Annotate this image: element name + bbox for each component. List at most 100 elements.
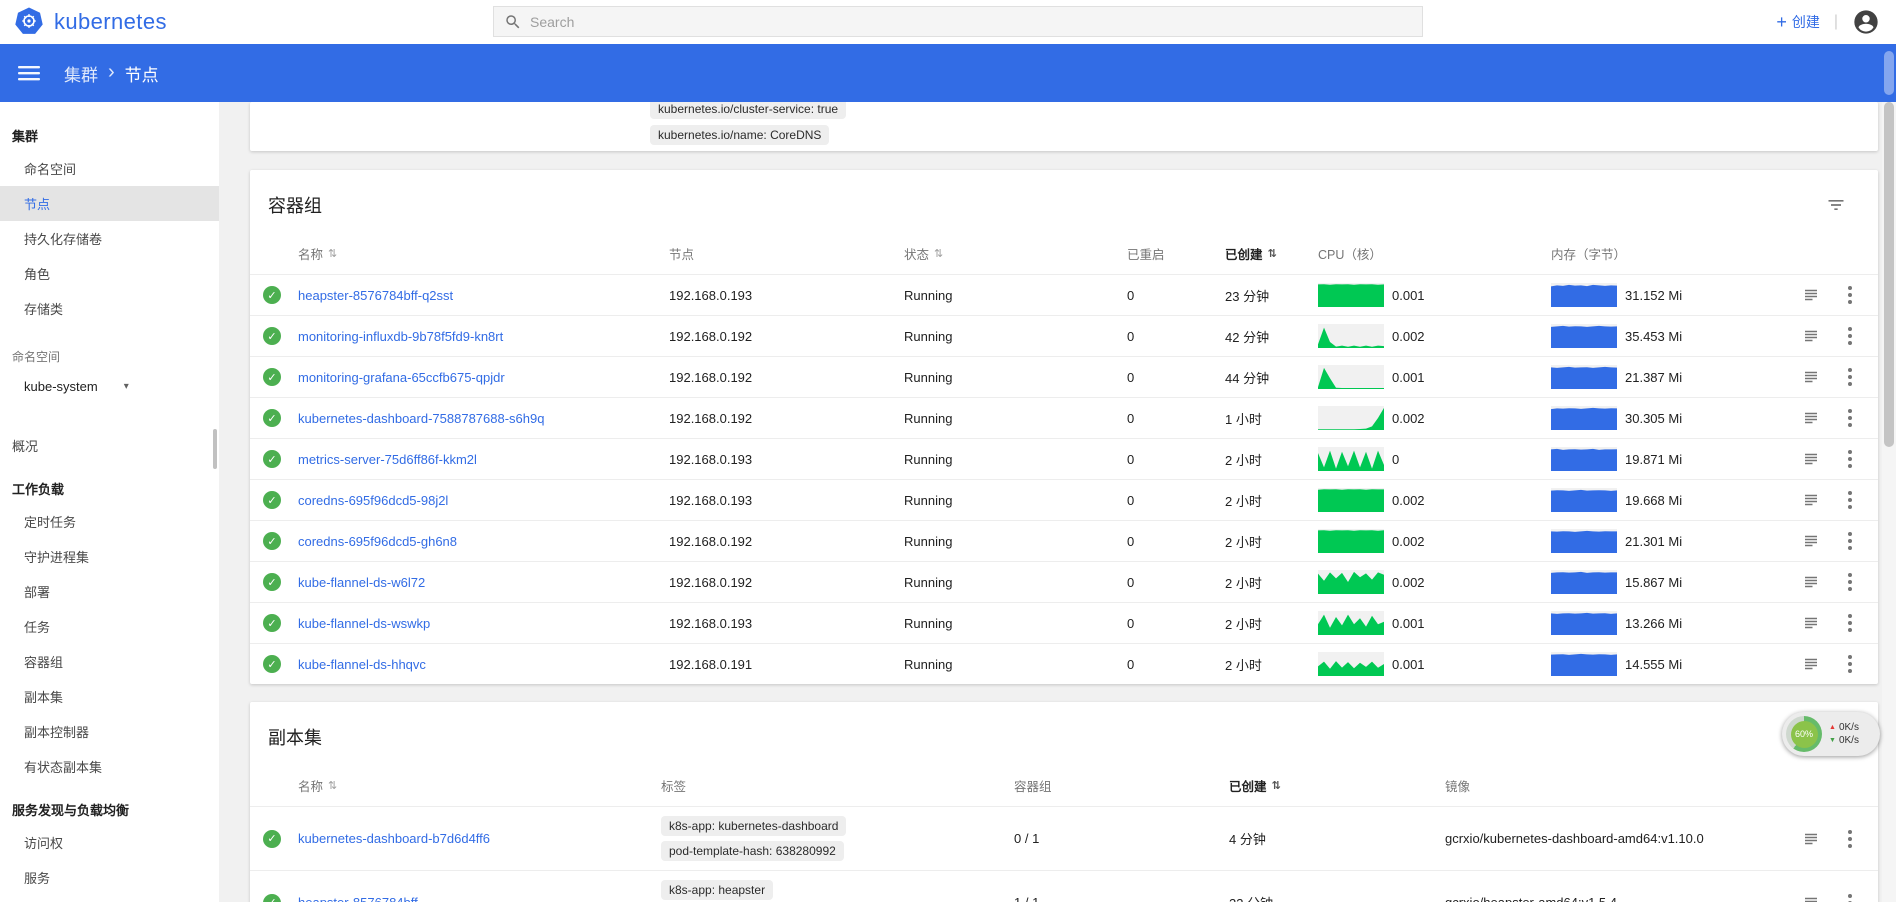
sort-arrows-icon: ⇅ — [1268, 247, 1277, 260]
cpu-sparkline — [1318, 529, 1384, 553]
resource-name-link[interactable]: kube-flannel-ds-w6l72 — [298, 575, 425, 590]
kubernetes-logo[interactable]: kubernetes — [14, 7, 167, 37]
logs-icon[interactable] — [1802, 409, 1820, 427]
cpu-sparkline — [1318, 447, 1384, 471]
pod-node: 192.168.0.193 — [665, 493, 900, 508]
row-menu-icon[interactable] — [1844, 366, 1856, 388]
column-header-label: 名称 — [298, 244, 323, 263]
sidebar-item-pods[interactable]: 容器组 — [0, 644, 219, 679]
page-scrollbar-thumb[interactable] — [1884, 102, 1894, 447]
page-scrollbar[interactable] — [1882, 102, 1896, 902]
row-menu-icon[interactable] — [1844, 892, 1856, 902]
sidebar-section-workloads: 工作负载 — [0, 463, 219, 504]
resource-name-link[interactable]: metrics-server-75d6ff86f-kkm2l — [298, 452, 477, 467]
sidebar-item-cron-jobs-label: 定时任务 — [24, 515, 76, 530]
logs-icon[interactable] — [1802, 368, 1820, 386]
sidebar-item-replica-sets[interactable]: 副本集 — [0, 679, 219, 714]
resource-name-link[interactable]: kubernetes-dashboard-b7d6d4ff6 — [298, 831, 490, 846]
sidebar-item-stateful-sets[interactable]: 有状态副本集 — [0, 749, 219, 784]
pod-status: Running — [900, 288, 1123, 303]
sidebar-item-deployments[interactable]: 部署 — [0, 574, 219, 609]
sidebar-item-services[interactable]: 服务 — [0, 860, 219, 895]
row-menu-icon[interactable] — [1844, 653, 1856, 675]
sidebar-item-ingresses[interactable]: 访问权 — [0, 825, 219, 860]
sidebar-item-namespaces[interactable]: 命名空间 — [0, 151, 219, 186]
logs-icon[interactable] — [1802, 894, 1820, 902]
header-actions: + 创建 | — [1776, 8, 1880, 36]
column-header: 标签 — [657, 776, 1010, 795]
sidebar-select-namespace[interactable]: kube-system▾ — [0, 369, 219, 404]
logs-icon[interactable] — [1802, 286, 1820, 304]
column-header[interactable]: 名称⇅ — [294, 776, 657, 795]
plus-icon: + — [1776, 13, 1787, 31]
replicasets-card: 副本集 名称⇅标签容器组已创建⇅镜像 ✓kubernetes-dashboard… — [250, 702, 1878, 902]
sidebar-item-daemon-sets[interactable]: 守护进程集 — [0, 539, 219, 574]
resource-name-link[interactable]: kubernetes-dashboard-7588787688-s6h9q — [298, 411, 544, 426]
cpu-sparkline — [1318, 324, 1384, 348]
sidebar-item-nodes[interactable]: 节点 — [0, 186, 219, 221]
breadcrumb-parent[interactable]: 集群 — [64, 61, 98, 86]
sidebar-item-namespaces-label: 命名空间 — [24, 162, 76, 177]
sidebar-item-overview[interactable]: 概况 — [0, 428, 219, 463]
sidebar-item-storage-classes[interactable]: 存储类 — [0, 291, 219, 326]
network-speed-widget[interactable]: 60% ▲ 0K/s ▼ 0K/s — [1782, 712, 1880, 756]
resource-name-link[interactable]: heapster-8576784bff-q2sst — [298, 288, 453, 303]
pod-row: ✓coredns-695f96dcd5-gh6n8192.168.0.192Ru… — [250, 520, 1878, 561]
row-menu-icon[interactable] — [1844, 325, 1856, 347]
memory-sparkline — [1551, 283, 1617, 307]
pods-card: 容器组 名称⇅节点状态⇅已重启已创建⇅CPU（核）内存（字节） ✓heapste… — [250, 170, 1878, 684]
column-header[interactable]: 已创建⇅ — [1225, 776, 1441, 795]
row-menu-icon[interactable] — [1844, 571, 1856, 593]
row-menu-icon[interactable] — [1844, 448, 1856, 470]
logs-icon[interactable] — [1802, 491, 1820, 509]
resource-name-link[interactable]: monitoring-influxdb-9b78f5fd9-kn8rt — [298, 329, 503, 344]
pod-node: 192.168.0.191 — [665, 657, 900, 672]
resource-name-link[interactable]: heapster-8576784bff — [298, 895, 418, 902]
resource-name-link[interactable]: kube-flannel-ds-wswkp — [298, 616, 430, 631]
scrollbar-thumb-top[interactable] — [1884, 51, 1894, 95]
row-menu-icon[interactable] — [1844, 612, 1856, 634]
cpu-sparkline — [1318, 611, 1384, 635]
logs-icon[interactable] — [1802, 614, 1820, 632]
sidebar-item-persistent-volumes[interactable]: 持久化存储卷 — [0, 221, 219, 256]
sidebar-item-storage-classes-label: 存储类 — [24, 302, 63, 317]
resource-name-link[interactable]: coredns-695f96dcd5-98j2l — [298, 493, 448, 508]
replicaset-images: gcrxio/heapster-amd64:v1.5.4 — [1441, 895, 1790, 902]
labels-card: kubernetes.io/cluster-service: truekuber… — [250, 102, 1878, 151]
resource-name-link[interactable]: coredns-695f96dcd5-gh6n8 — [298, 534, 457, 549]
sidebar-item-cron-jobs[interactable]: 定时任务 — [0, 504, 219, 539]
logs-icon[interactable] — [1802, 327, 1820, 345]
cpu-value: 0.001 — [1392, 616, 1425, 631]
column-header[interactable]: 名称⇅ — [294, 244, 665, 263]
sidebar-scrollbar-thumb[interactable] — [213, 429, 217, 469]
logs-icon[interactable] — [1802, 450, 1820, 468]
row-menu-icon[interactable] — [1844, 407, 1856, 429]
row-menu-icon[interactable] — [1844, 828, 1856, 850]
logs-icon[interactable] — [1802, 830, 1820, 848]
pods-table-header: 名称⇅节点状态⇅已重启已创建⇅CPU（核）内存（字节） — [250, 232, 1878, 274]
logs-icon[interactable] — [1802, 532, 1820, 550]
sidebar-item-replication-controllers[interactable]: 副本控制器 — [0, 714, 219, 749]
column-header[interactable]: 已创建⇅ — [1221, 244, 1314, 263]
logs-icon[interactable] — [1802, 573, 1820, 591]
replicaset-images: gcrxio/kubernetes-dashboard-amd64:v1.10.… — [1441, 831, 1790, 846]
create-button[interactable]: + 创建 — [1776, 12, 1820, 32]
sidebar-nav: 集群命名空间节点持久化存储卷角色存储类命名空间kube-system▾概况工作负… — [0, 102, 219, 902]
row-menu-icon[interactable] — [1844, 530, 1856, 552]
sidebar-item-jobs[interactable]: 任务 — [0, 609, 219, 644]
resource-name-link[interactable]: monitoring-grafana-65ccfb675-qpjdr — [298, 370, 505, 385]
account-icon[interactable] — [1852, 8, 1880, 36]
sidebar-item-roles[interactable]: 角色 — [0, 256, 219, 291]
pod-age: 2 小时 — [1221, 450, 1314, 469]
resource-name-link[interactable]: kube-flannel-ds-hhqvc — [298, 657, 426, 672]
replicaset-pods: 0 / 1 — [1010, 831, 1225, 846]
row-menu-icon[interactable] — [1844, 489, 1856, 511]
search-input[interactable] — [530, 14, 1412, 30]
column-header[interactable]: 状态⇅ — [900, 244, 1123, 263]
logs-icon[interactable] — [1802, 655, 1820, 673]
filter-icon[interactable] — [1826, 195, 1846, 215]
pod-age: 42 分钟 — [1221, 327, 1314, 346]
status-ok-icon: ✓ — [263, 532, 281, 550]
row-menu-icon[interactable] — [1844, 284, 1856, 306]
menu-icon[interactable] — [18, 62, 40, 84]
